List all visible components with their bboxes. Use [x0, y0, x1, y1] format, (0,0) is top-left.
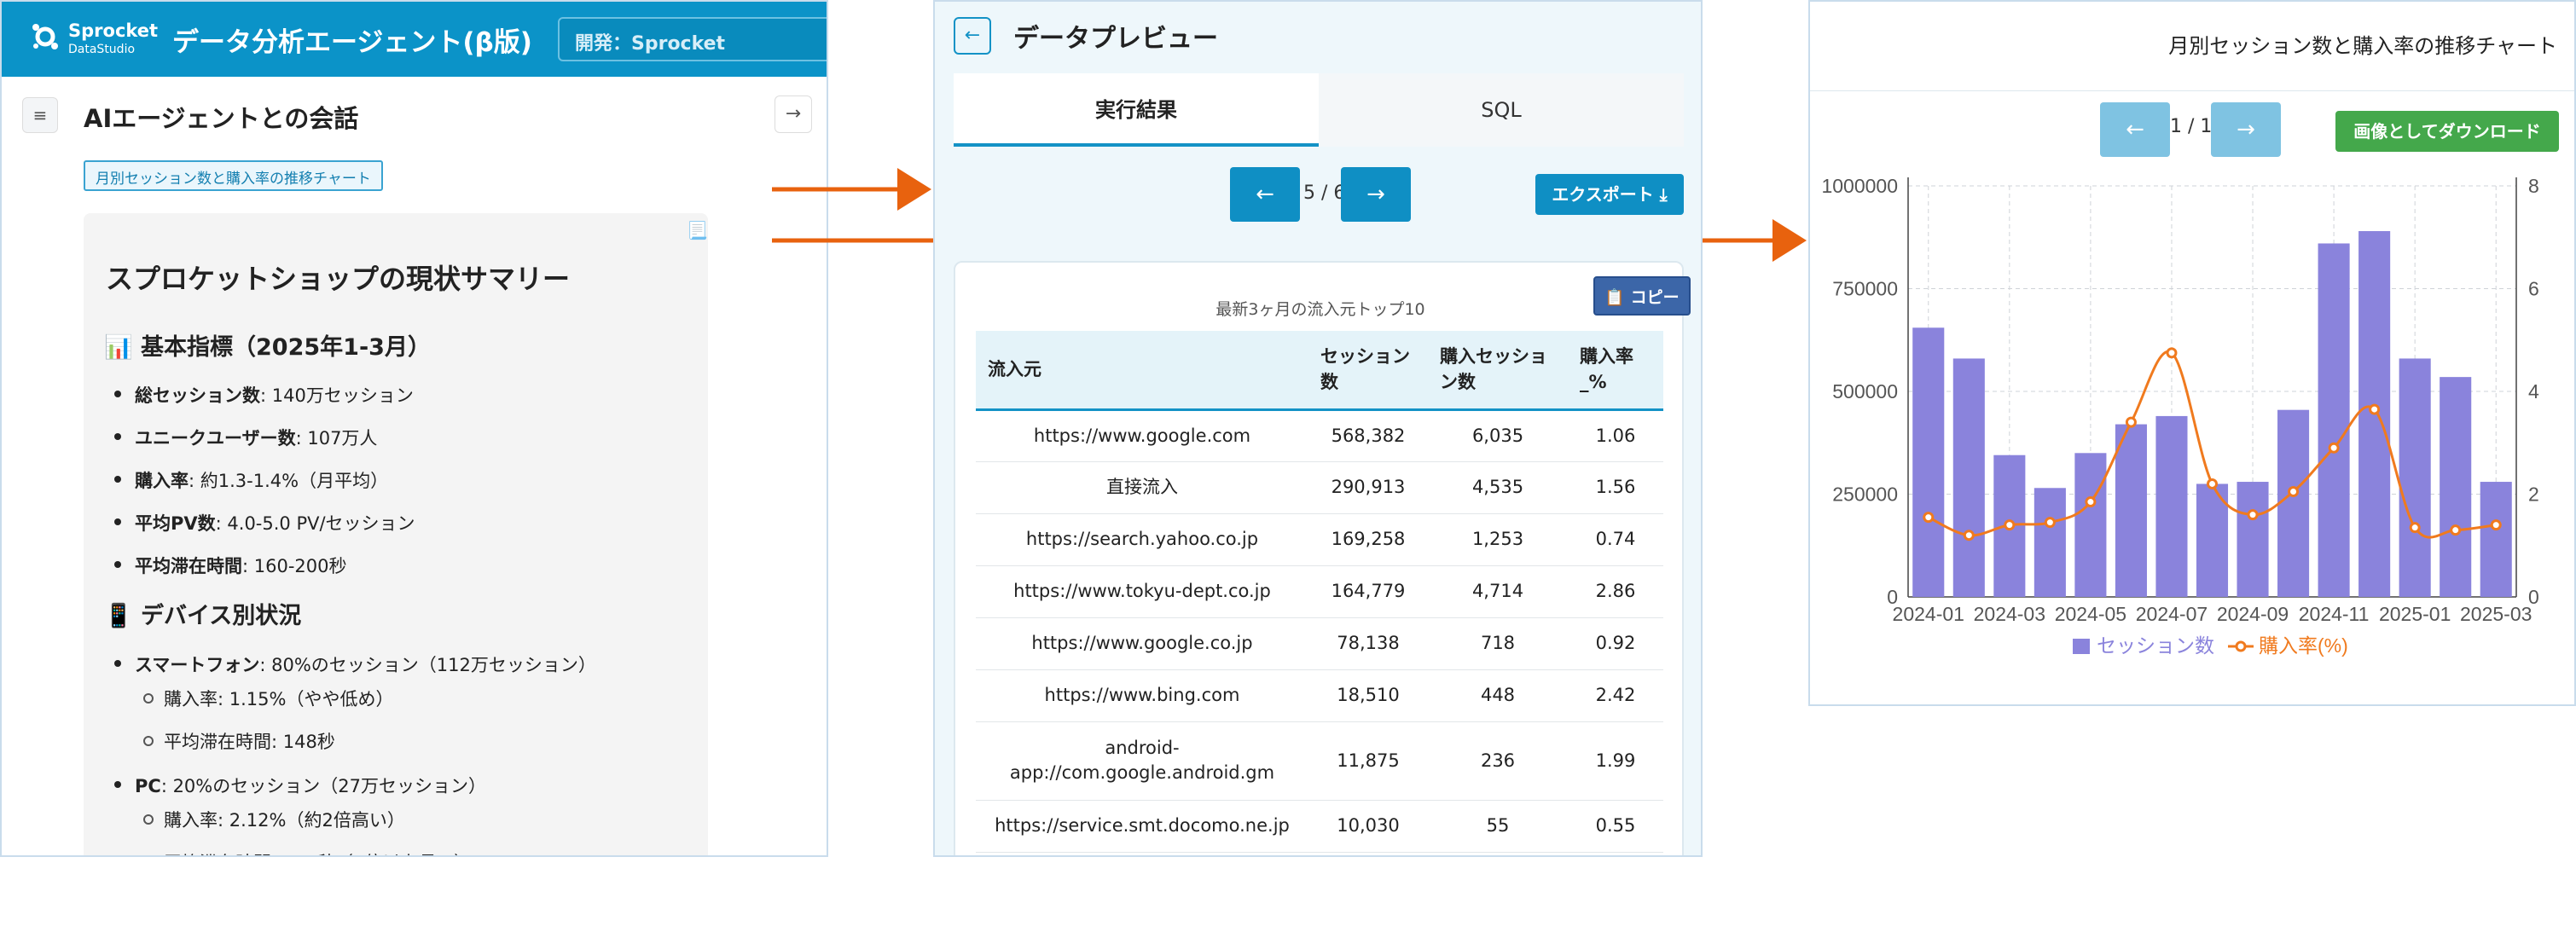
x-tick-label: 2025-01 — [2379, 603, 2451, 625]
point-purchase-rate — [2085, 496, 2097, 508]
x-tick-label: 2024-01 — [1893, 603, 1964, 625]
point-purchase-rate — [2004, 519, 2016, 531]
point-purchase-rate — [1923, 512, 1935, 524]
point-purchase-rate — [2207, 478, 2218, 489]
bar-sessions — [2480, 482, 2512, 597]
legend-swatch-sessions — [2073, 639, 2090, 654]
bar-sessions — [2277, 409, 2310, 597]
legend-marker-rate — [2235, 640, 2247, 652]
bar-sessions — [2034, 488, 2066, 597]
point-purchase-rate — [2044, 517, 2056, 529]
point-purchase-rate — [2247, 509, 2259, 521]
x-tick-label: 2024-09 — [2217, 603, 2289, 625]
legend-label-rate: 購入率(%) — [2259, 634, 2348, 657]
bar-sessions — [2318, 243, 2350, 597]
session-purchase-chart: 02500005000007500001000000024682024-01 20… — [1821, 175, 2539, 657]
point-purchase-rate — [1963, 530, 1975, 541]
bar-sessions — [2237, 482, 2269, 597]
x-tick-label: 2024-05 — [2055, 603, 2126, 625]
point-purchase-rate — [2166, 347, 2178, 359]
point-purchase-rate — [2409, 522, 2421, 534]
legend-label-sessions: セッション数 — [2097, 634, 2214, 657]
bar-sessions — [2155, 415, 2188, 597]
point-purchase-rate — [2328, 442, 2340, 454]
y-tick-label-left: 250000 — [1832, 483, 1898, 506]
point-purchase-rate — [2369, 403, 2381, 415]
point-purchase-rate — [2125, 416, 2137, 428]
y-tick-label-right: 8 — [2528, 175, 2539, 197]
bar-sessions — [2440, 377, 2472, 597]
bar-sessions — [2115, 424, 2147, 597]
x-tick-label: 2024-07 — [2136, 603, 2208, 625]
y-tick-label-right: 4 — [2528, 380, 2539, 402]
x-tick-label: 2024-03 — [1974, 603, 2045, 625]
bar-sessions — [2399, 358, 2431, 597]
x-tick-label: 2025-03 — [2460, 603, 2532, 625]
y-tick-label-left: 1000000 — [1821, 175, 1898, 197]
y-tick-label-right: 2 — [2528, 483, 2539, 506]
bar-sessions — [2074, 453, 2107, 597]
y-tick-label-left: 500000 — [1832, 380, 1898, 402]
y-tick-label-left: 750000 — [1832, 278, 1898, 300]
bar-sessions — [1912, 327, 1945, 597]
x-tick-label: 2024-11 — [2299, 603, 2370, 625]
point-purchase-rate — [2490, 519, 2502, 531]
point-purchase-rate — [2450, 524, 2462, 536]
bar-sessions — [1952, 358, 1985, 597]
point-purchase-rate — [2288, 485, 2300, 497]
y-tick-label-right: 6 — [2528, 278, 2539, 300]
